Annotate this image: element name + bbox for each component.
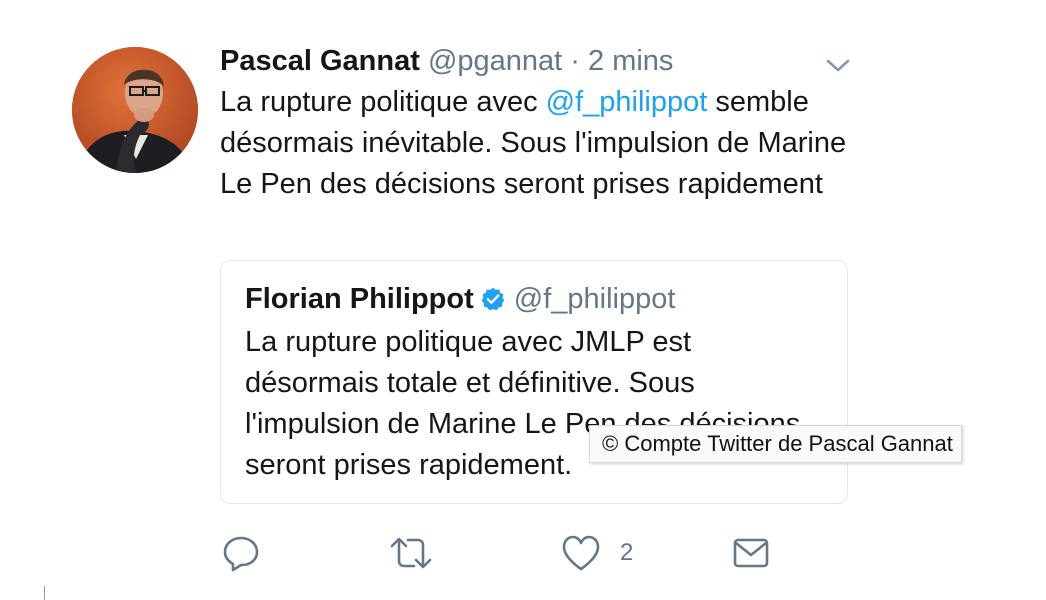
tweet-text: La rupture politique avec @f_philippot s…	[220, 82, 860, 205]
divider	[44, 586, 45, 600]
tweet-text-start: La rupture politique avec	[220, 86, 546, 118]
mention-link[interactable]: @f_philippot	[546, 86, 708, 118]
envelope-icon[interactable]	[732, 533, 770, 573]
author-handle[interactable]: @pgannat	[428, 45, 562, 77]
quoted-author-handle: @f_philippot	[513, 283, 676, 315]
reply-icon[interactable]	[221, 533, 261, 573]
quoted-tweet-header: Florian Philippot @f_philippot	[245, 278, 675, 320]
quoted-tweet[interactable]: Florian Philippot @f_philippot La ruptur…	[220, 260, 848, 504]
quoted-author-name: Florian Philippot	[245, 283, 474, 315]
tweet-timestamp[interactable]: 2 mins	[588, 45, 673, 77]
header-separator: ·	[570, 45, 580, 77]
heart-icon[interactable]	[560, 533, 602, 573]
like-count: 2	[620, 539, 634, 566]
verified-badge-icon	[480, 282, 506, 311]
image-credit-caption: © Compte Twitter de Pascal Gannat	[589, 425, 962, 463]
author-name[interactable]: Pascal Gannat	[220, 45, 420, 77]
retweet-icon[interactable]	[388, 533, 434, 573]
chevron-down-icon[interactable]	[824, 55, 852, 75]
tweet-header: Pascal Gannat @pgannat · 2 mins	[220, 40, 673, 82]
author-avatar[interactable]	[72, 47, 198, 173]
